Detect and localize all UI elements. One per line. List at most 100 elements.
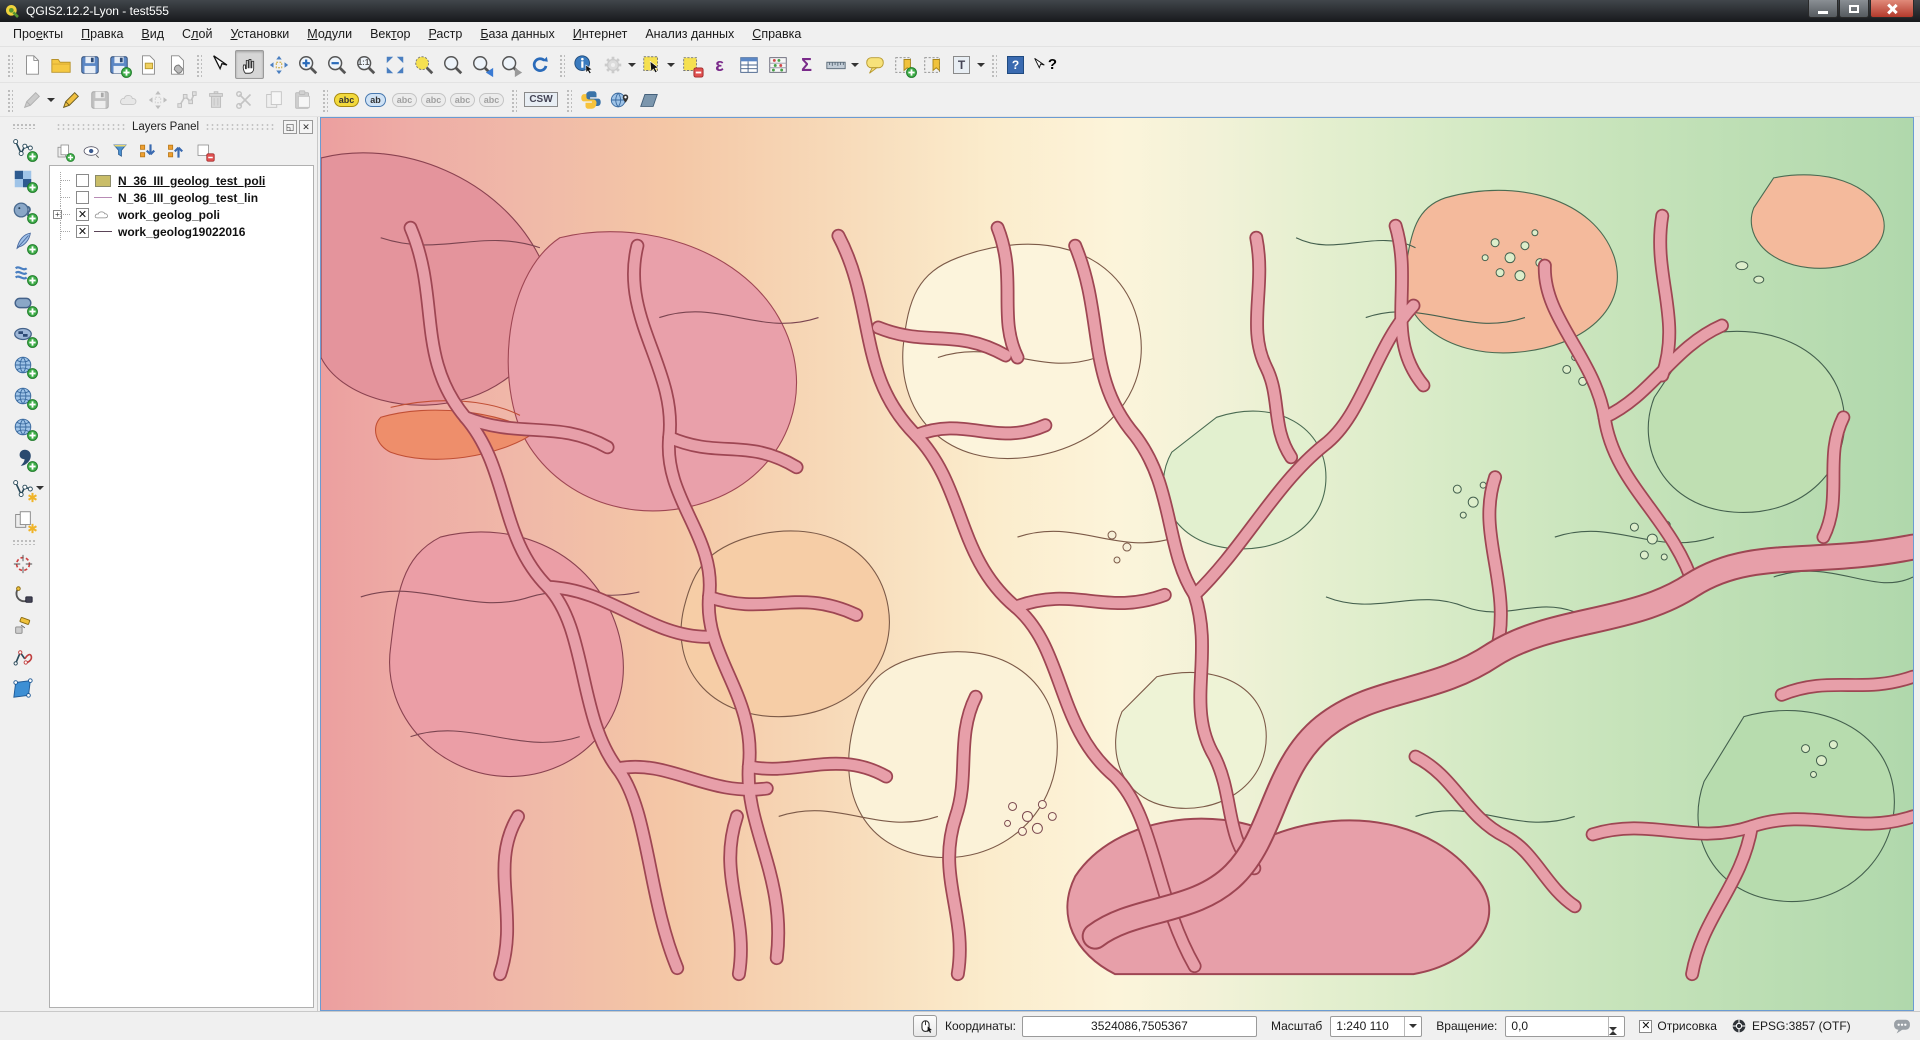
- menu-edit[interactable]: Правка: [72, 24, 132, 44]
- add-wms-layer-button[interactable]: [7, 349, 39, 380]
- annotation-dropdown[interactable]: [976, 51, 986, 79]
- menu-raster[interactable]: Растр: [419, 24, 471, 44]
- new-project-button[interactable]: [17, 50, 46, 79]
- add-postgis-layer-button[interactable]: [7, 194, 39, 225]
- zoom-out-button[interactable]: [322, 50, 351, 79]
- layer-checkbox[interactable]: ✕: [76, 225, 89, 238]
- zoom-full-button[interactable]: [380, 50, 409, 79]
- scale-dropdown[interactable]: [1404, 1017, 1421, 1036]
- pan-map-button[interactable]: [235, 50, 264, 79]
- layer-checkbox[interactable]: [76, 191, 89, 204]
- layers-panel-header[interactable]: Layers Panel ◱ ✕: [46, 117, 317, 137]
- highlight-crosshair-tool-button[interactable]: [7, 548, 39, 579]
- whats-this-button[interactable]: ?: [1030, 50, 1059, 79]
- layer-name[interactable]: work_geolog19022016: [118, 225, 245, 239]
- paste-features-button[interactable]: [288, 85, 317, 114]
- open-attribute-table-button[interactable]: [734, 50, 763, 79]
- measure-dropdown[interactable]: [850, 51, 860, 79]
- open-project-button[interactable]: [46, 50, 75, 79]
- show-bookmarks-button[interactable]: [918, 50, 947, 79]
- layer-checkbox[interactable]: [76, 174, 89, 187]
- messages-balloon-icon[interactable]: [1892, 1016, 1912, 1036]
- toolbar-grip[interactable]: [321, 88, 328, 112]
- expand-all-button[interactable]: [136, 139, 160, 163]
- maximize-button[interactable]: [1839, 0, 1869, 18]
- layer-checkbox[interactable]: ✕: [76, 208, 89, 221]
- zoom-to-layer-button[interactable]: [438, 50, 467, 79]
- close-button[interactable]: [1870, 0, 1914, 18]
- add-mssql-layer-button[interactable]: [7, 256, 39, 287]
- touch-zoom-pan-button[interactable]: [206, 50, 235, 79]
- save-project-as-button[interactable]: [104, 50, 133, 79]
- menu-projects[interactable]: Проекты: [4, 24, 72, 44]
- toolbar-grip[interactable]: [6, 53, 13, 77]
- save-project-button[interactable]: [75, 50, 104, 79]
- text-annotation-button[interactable]: T: [947, 50, 976, 79]
- identify-features-button[interactable]: [569, 50, 598, 79]
- scale-combo[interactable]: 1:240 110: [1330, 1016, 1422, 1037]
- toolbar-grip[interactable]: [510, 88, 517, 112]
- osm-place-search-button[interactable]: [605, 85, 634, 114]
- map-tips-button[interactable]: [860, 50, 889, 79]
- plugin-tool-button[interactable]: [634, 85, 663, 114]
- add-delimited-text-layer-button[interactable]: [7, 442, 39, 473]
- toolbar-grip[interactable]: [558, 53, 565, 77]
- zoom-to-selection-button[interactable]: [409, 50, 438, 79]
- layer-row[interactable]: N_36_III_geolog_test_poli: [52, 172, 311, 189]
- menu-layer[interactable]: Слой: [173, 24, 221, 44]
- add-feature-button[interactable]: [114, 85, 143, 114]
- select-features-button[interactable]: [637, 50, 666, 79]
- new-bookmark-button[interactable]: [889, 50, 918, 79]
- deselect-all-button[interactable]: [676, 50, 705, 79]
- feature-action-dropdown[interactable]: [627, 51, 637, 79]
- run-feature-action-button[interactable]: [598, 50, 627, 79]
- menu-web[interactable]: Интернет: [564, 24, 637, 44]
- coordinate-tracking-button[interactable]: [913, 1015, 937, 1037]
- minimize-button[interactable]: [1808, 0, 1838, 18]
- help-contents-button[interactable]: ?: [1001, 50, 1030, 79]
- add-oracle-layer-button[interactable]: [7, 287, 39, 318]
- copy-features-button[interactable]: [259, 85, 288, 114]
- layer-labeling-button[interactable]: abc: [332, 85, 361, 114]
- save-layer-edits-button[interactable]: [85, 85, 114, 114]
- map-canvas[interactable]: [320, 117, 1914, 1011]
- refresh-button[interactable]: [525, 50, 554, 79]
- add-spatialite-layer-button[interactable]: [7, 225, 39, 256]
- layer-row[interactable]: ✕ work_geolog19022016: [52, 223, 311, 240]
- toolbar-grip[interactable]: [11, 538, 35, 545]
- menu-help[interactable]: Справка: [743, 24, 810, 44]
- toolbar-grip[interactable]: [6, 88, 13, 112]
- measure-button[interactable]: [821, 50, 850, 79]
- delete-selected-button[interactable]: [201, 85, 230, 114]
- layer-name[interactable]: work_geolog_poli: [118, 208, 220, 222]
- menu-view[interactable]: Вид: [132, 24, 173, 44]
- current-edits-dropdown[interactable]: [46, 86, 56, 114]
- toolbar-grip[interactable]: [11, 122, 35, 129]
- zoom-last-button[interactable]: [467, 50, 496, 79]
- menu-settings[interactable]: Установки: [221, 24, 298, 44]
- menu-processing[interactable]: Анализ данных: [636, 24, 743, 44]
- layer-name[interactable]: N_36_III_geolog_test_poli: [118, 174, 265, 188]
- show-hide-labels-button[interactable]: abc: [419, 85, 448, 114]
- change-label-button[interactable]: abc: [477, 85, 506, 114]
- filter-legend-button[interactable]: [108, 139, 132, 163]
- zoom-next-button[interactable]: [496, 50, 525, 79]
- pan-to-selection-button[interactable]: [264, 50, 293, 79]
- geometry-tool-button[interactable]: [7, 610, 39, 641]
- metasearch-csw-button[interactable]: CSW: [521, 85, 561, 114]
- zoom-native-button[interactable]: 1:1: [351, 50, 380, 79]
- node-tool-button[interactable]: [172, 85, 201, 114]
- new-composer-button[interactable]: [133, 50, 162, 79]
- rotation-spinner[interactable]: 0,0: [1505, 1016, 1625, 1037]
- menu-plugins[interactable]: Модули: [298, 24, 361, 44]
- toolbar-grip[interactable]: [990, 53, 997, 77]
- toolbar-grip[interactable]: [195, 53, 202, 77]
- select-features-dropdown[interactable]: [666, 51, 676, 79]
- reshape-tool-button[interactable]: [7, 641, 39, 672]
- coordinates-input[interactable]: 3524086,7505367: [1022, 1016, 1257, 1037]
- python-console-button[interactable]: [576, 85, 605, 114]
- lasso-tool-button[interactable]: [7, 579, 39, 610]
- move-feature-button[interactable]: [143, 85, 172, 114]
- rotation-down-button[interactable]: [1609, 1031, 1624, 1040]
- layer-row[interactable]: + ✕ work_geolog_poli: [52, 206, 311, 223]
